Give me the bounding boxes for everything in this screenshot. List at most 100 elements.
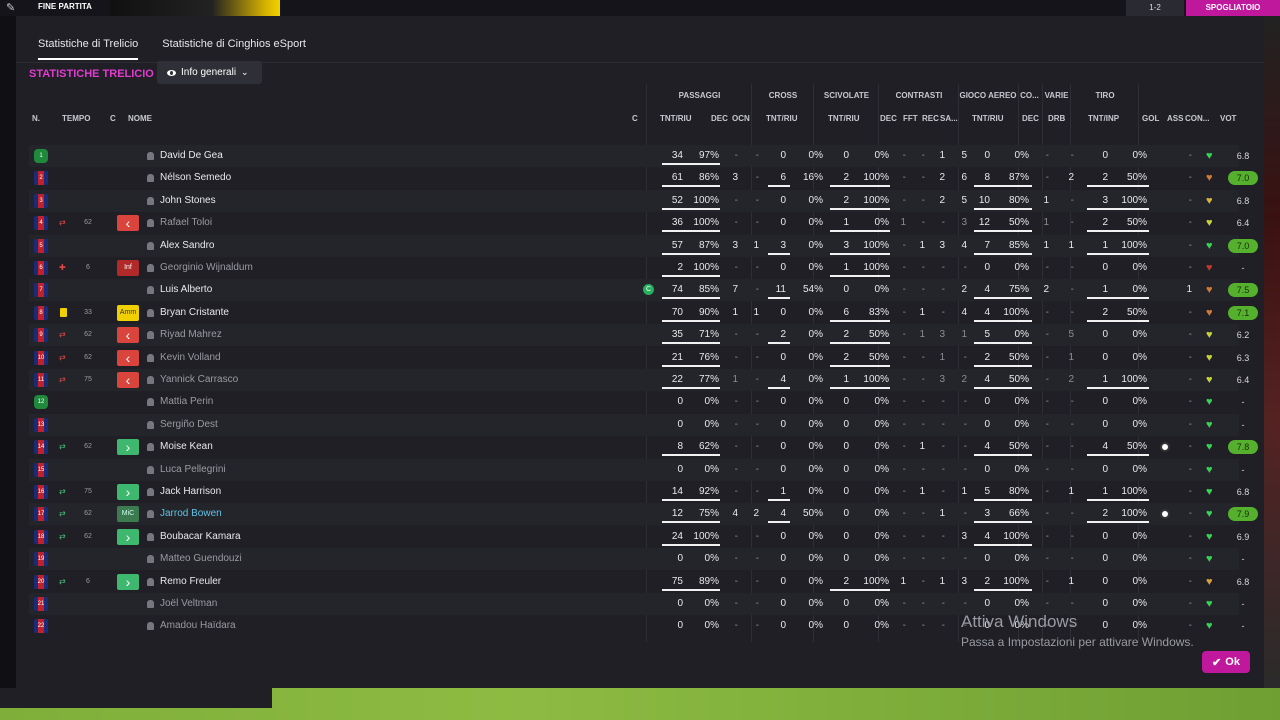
table-row[interactable]: 10 ⇄ 62 ‹ Kevin Volland 21 76% - -0 0% 2 50% - -1-2 50… <box>29 347 1249 369</box>
stat-drb: - <box>1070 553 1074 565</box>
sub-in-badge[interactable]: › <box>117 573 139 590</box>
stat-ass: - <box>1188 598 1192 609</box>
player-name[interactable]: John Stones <box>160 190 216 212</box>
game-logo-icon: ✎ <box>6 2 16 14</box>
table-row[interactable]: 19 Matteo Guendouzi 0 0% - - 0 0% 0 0% - - - - 0 0% - - 0 0… <box>29 548 1245 571</box>
column-header-tiro_tnt[interactable]: TNT/INP <box>1088 114 1119 123</box>
player-name[interactable]: Georginio Wijnaldum <box>160 257 253 279</box>
table-row[interactable]: 8 33 Amm Bryan Cristante 70 90% 1 1 0 0% 6 83% -1-4 4… <box>29 302 1258 324</box>
column-header-tempo[interactable]: TEMPO <box>62 114 90 123</box>
column-header-contr_dec[interactable]: DEC <box>880 114 897 123</box>
person-icon <box>147 286 154 295</box>
column-header-vot[interactable]: VOT <box>1220 114 1236 123</box>
column-header-con[interactable]: CON... <box>1185 114 1209 123</box>
table-row[interactable]: 7 Luis Alberto C 74 85% 7-11 54% 0 0% - - -2 4 75% 2-1… <box>29 279 1258 302</box>
sub-in-badge[interactable]: › <box>117 439 139 456</box>
player-name[interactable]: Luca Pellegrini <box>160 459 226 481</box>
column-header-contr_fft[interactable]: FFT <box>903 114 918 123</box>
column-header-contr_rec[interactable]: REC <box>922 114 939 123</box>
stat-bar <box>974 387 1032 389</box>
column-header-aereo_tnt[interactable]: TNT/RIU <box>972 114 1004 123</box>
dressing-room-button[interactable]: SPOGLIATOIO <box>1186 0 1280 16</box>
column-header-varie_drb[interactable]: DRB <box>1048 114 1065 123</box>
column-header-cross_tnt[interactable]: TNT/RIU <box>766 114 798 123</box>
column-header-pass_ocn[interactable]: OCN <box>732 114 750 123</box>
column-header-sciv_tnt[interactable]: TNT/RIU <box>828 114 860 123</box>
tab-cinghios[interactable]: Statistiche di Cinghios eSport <box>162 38 306 60</box>
player-name[interactable]: Rafael Toloi <box>160 212 212 234</box>
player-name[interactable]: Bryan Cristante <box>160 302 229 324</box>
player-name[interactable]: Moise Kean <box>160 436 213 458</box>
column-header-contr_sa[interactable]: SA... <box>940 114 958 123</box>
score-button[interactable]: 1-2 <box>1126 0 1184 16</box>
sub-out-badge[interactable]: ‹ <box>117 327 139 344</box>
player-name[interactable]: Jack Harrison <box>160 481 221 503</box>
player-name[interactable]: Joël Veltman <box>160 593 217 615</box>
player-name[interactable]: Boubacar Kamara <box>160 526 241 548</box>
stat-bar <box>1087 387 1149 389</box>
table-row[interactable]: 18 ⇄ 62 › Boubacar Kamara 24 100% - -0 0% 0 0% - - -3 4… <box>29 526 1249 548</box>
column-header-pass_dec[interactable]: DEC <box>711 114 728 123</box>
sub-out-badge[interactable]: ‹ <box>117 372 139 388</box>
table-row[interactable]: 3 John Stones 52 100% - -0 0% 2 100% - -2 5 10 80% 1-3… <box>29 189 1249 212</box>
stat-sciv: 0 <box>843 486 849 497</box>
player-name[interactable]: Riyad Mahrez <box>160 324 222 346</box>
table-row[interactable]: 1 David De Gea 34 97% - -0 0% 0 0% - -1 5 0 0% - -0 0% - ♥… <box>29 145 1249 167</box>
table-row[interactable]: 16 ⇄ 75 › Jack Harrison 14 92% - -1 0% 0 0% -1-1 5 80%… <box>29 481 1249 503</box>
player-name[interactable]: Remo Freuler <box>160 571 221 593</box>
tab-trelicio[interactable]: Statistiche di Trelicio <box>38 38 139 60</box>
sub-out-badge[interactable]: ‹ <box>117 215 139 232</box>
stat-pass: 0 <box>677 553 683 565</box>
player-name[interactable]: Nélson Semedo <box>160 167 231 189</box>
stat-csa: 3 <box>961 575 967 587</box>
sub-in-badge[interactable]: › <box>117 484 139 500</box>
view-dropdown[interactable]: Info generali ⌄ <box>157 61 262 84</box>
player-name[interactable]: Yannick Carrasco <box>160 369 238 391</box>
table-row[interactable]: 4 ⇄ 62 ‹ Rafael Toloi 36 100% - -0 0% 1 0% 1- -3 12 50%… <box>29 212 1249 234</box>
column-header-pass_tnt[interactable]: TNT/RIU <box>660 114 692 123</box>
stat-csa: - <box>963 351 967 363</box>
stat-crossp: 0% <box>808 239 823 251</box>
table-row[interactable]: 17 ⇄ 62 MiC Jarrod Bowen 12 75% 4 2 4 50% 0 0% - -1-3 6… <box>29 503 1258 526</box>
column-header-gol[interactable]: GOL <box>1142 114 1159 123</box>
condition-heart-icon: ♥ <box>1206 463 1213 476</box>
sub-in-icon: ⇄ <box>59 442 66 452</box>
ok-button[interactable]: ✔ Ok <box>1202 651 1250 673</box>
player-name[interactable]: Matteo Guendouzi <box>160 548 242 570</box>
stat-crec: 1 <box>939 575 945 587</box>
column-header-cap[interactable]: C <box>632 114 638 123</box>
stat-pocn: - <box>755 463 759 475</box>
player-name[interactable]: David De Gea <box>160 145 223 167</box>
stat-drb: 5 <box>1068 329 1074 341</box>
player-name[interactable]: Kevin Volland <box>160 347 221 369</box>
table-row[interactable]: 14 ⇄ 62 › Moise Kean 8 62% - -0 0% 0 0% -1- -4 50% - -4 5… <box>29 436 1258 458</box>
column-header-ass[interactable]: ASS <box>1167 114 1183 123</box>
column-header-c[interactable]: C <box>110 114 116 123</box>
table-row[interactable]: 13 Sergiño Dest 0 0% - - 0 0% 0 0% - - - - 0 0% - - 0 0% - ♥ - <box>29 413 1245 436</box>
table-row[interactable]: 5 Alex Sandro 57 87% 3 1 3 0% 3 100% -1 3 4 7 85% 1 1 1 10… <box>29 234 1258 257</box>
column-header-n[interactable]: N. <box>32 114 40 123</box>
table-row[interactable]: 2 Nélson Semedo 61 86% 3-6 16% 2 100% - -2 6 8 87% -2… <box>29 167 1258 189</box>
sub-out-badge[interactable]: ‹ <box>117 349 139 366</box>
stat-passp: 0% <box>704 396 719 408</box>
player-name[interactable]: Luis Alberto <box>160 279 212 301</box>
player-name[interactable]: Mattia Perin <box>160 391 213 413</box>
column-header-nome[interactable]: NOME <box>128 114 152 123</box>
player-name[interactable]: Sergiño Dest <box>160 414 218 436</box>
player-rating: 6.4 <box>1236 218 1250 229</box>
table-row[interactable]: 6 ✚ 6 Inf Georginio Wijnaldum 2 100% - -0 0% 1 100%… <box>29 257 1245 279</box>
player-name[interactable]: Alex Sandro <box>160 235 214 257</box>
condition-heart-icon: ♥ <box>1206 620 1213 633</box>
table-row[interactable]: 12 Mattia Perin 0 0% - - 0 0% 0 0% - - - - 0 0% - - 0 0% - ♥ - <box>29 391 1245 413</box>
table-row[interactable]: 15 Luca Pellegrini 0 0% - - 0 0% 0 0% - - - - 0 0% - - 0 0%… <box>29 458 1245 481</box>
table-row[interactable]: 20 ⇄ 6 › Remo Freuler 75 89% - -0 0% 2 100% 1-1 3 2 100… <box>29 571 1249 593</box>
column-header-co_dec[interactable]: DEC <box>1022 114 1039 123</box>
player-name[interactable]: Jarrod Bowen <box>160 503 222 525</box>
table-row[interactable]: 9 ⇄ 62 ‹ Riyad Mahrez 35 71% - -2 0% 2 50% -1 3 1 5 0% -5… <box>29 324 1249 347</box>
stat-passp: 0% <box>704 598 719 609</box>
stat-tiro: 0 <box>1102 396 1108 408</box>
player-rating: - <box>1241 464 1245 475</box>
sub-in-badge[interactable]: › <box>117 528 139 545</box>
table-row[interactable]: 11 ⇄ 75 ‹ Yannick Carrasco 22 77% 1-4 0% 1 100% - -3… <box>29 369 1249 391</box>
player-name[interactable]: Amadou Haïdara <box>160 615 236 637</box>
